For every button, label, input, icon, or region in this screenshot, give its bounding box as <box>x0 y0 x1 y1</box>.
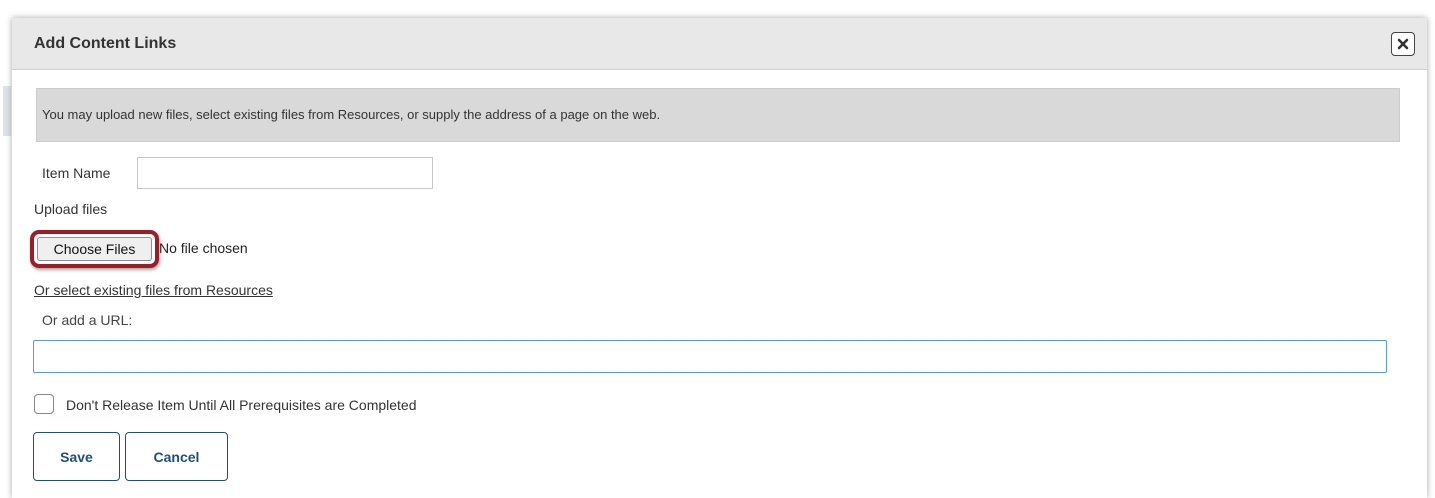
item-name-input[interactable] <box>137 157 433 189</box>
save-button[interactable]: Save <box>33 432 120 481</box>
prerequisites-checkbox-label: Don't Release Item Until All Prerequisit… <box>66 397 417 413</box>
prerequisites-checkbox[interactable] <box>34 394 54 414</box>
choose-files-button[interactable]: Choose Files <box>37 237 152 261</box>
upload-files-label: Upload files <box>34 201 108 217</box>
info-box: You may upload new files, select existin… <box>36 88 1400 142</box>
info-text: You may upload new files, select existin… <box>42 107 661 122</box>
background-panel <box>3 86 11 136</box>
no-file-chosen-text: No file chosen <box>159 240 248 256</box>
close-icon <box>1397 38 1409 50</box>
item-name-label: Item Name <box>42 165 111 181</box>
url-label: Or add a URL: <box>42 312 133 328</box>
dialog-header: Add Content Links <box>12 18 1427 70</box>
choose-files-highlight: Choose Files <box>30 230 159 268</box>
close-button[interactable] <box>1391 32 1415 56</box>
cancel-button[interactable]: Cancel <box>125 432 228 481</box>
select-from-resources-link[interactable]: Or select existing files from Resources <box>34 282 273 298</box>
url-input[interactable] <box>33 340 1387 373</box>
add-content-links-dialog: Add Content Links You may upload new fil… <box>12 18 1427 498</box>
dialog-title: Add Content Links <box>34 35 177 52</box>
